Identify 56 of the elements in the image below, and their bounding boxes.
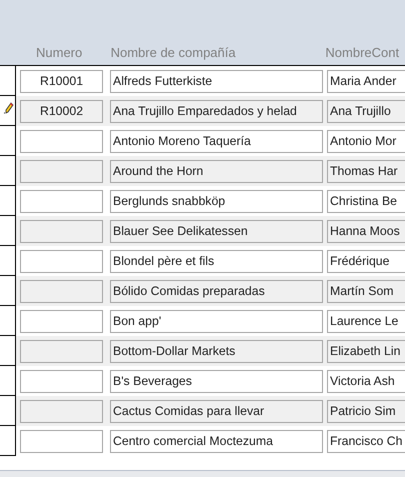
contact-field[interactable]: Martín Som: [327, 280, 405, 303]
contact-field[interactable]: Frédérique: [327, 250, 405, 273]
contact-field[interactable]: Laurence Le: [327, 310, 405, 333]
company-field[interactable]: Blauer See Delikatessen: [110, 220, 323, 243]
company-field[interactable]: Bottom-Dollar Markets: [110, 340, 323, 363]
column-header: NombreCont: [325, 45, 400, 60]
record-selector[interactable]: [0, 96, 16, 126]
record-selector[interactable]: [0, 66, 16, 96]
column-header: Numero: [36, 45, 84, 60]
contact-field[interactable]: Francisco Ch: [327, 430, 405, 453]
numero-field[interactable]: [20, 190, 103, 213]
numero-field[interactable]: [20, 160, 103, 183]
company-field[interactable]: Bon app': [110, 310, 323, 333]
numero-field[interactable]: [20, 370, 103, 393]
record-selector[interactable]: [0, 156, 16, 186]
contact-field[interactable]: Hanna Moos: [327, 220, 405, 243]
numero-field[interactable]: [20, 310, 103, 333]
contact-field[interactable]: Antonio Mor: [327, 130, 405, 153]
numero-field[interactable]: [20, 130, 103, 153]
column-header: Nombre de compañía: [110, 45, 237, 60]
numero-field[interactable]: R10001: [20, 70, 103, 93]
numero-field[interactable]: [20, 430, 103, 453]
company-field[interactable]: Ana Trujillo Emparedados y helad: [110, 100, 323, 123]
numero-field[interactable]: [20, 400, 103, 423]
record-selector[interactable]: [0, 396, 16, 426]
company-field[interactable]: B's Beverages: [110, 370, 323, 393]
record-selector[interactable]: [0, 216, 16, 246]
contact-field[interactable]: Maria Ander: [327, 70, 405, 93]
pencil-icon: [4, 102, 14, 114]
record-selector[interactable]: [0, 186, 16, 216]
contact-field[interactable]: Victoria Ash: [327, 370, 405, 393]
record-selector[interactable]: [0, 426, 16, 456]
record-selector[interactable]: [0, 276, 16, 306]
contact-field[interactable]: Patricio Sim: [327, 400, 405, 423]
company-field[interactable]: Antonio Moreno Taquería: [110, 130, 323, 153]
company-field[interactable]: Around the Horn: [110, 160, 323, 183]
record-selector[interactable]: [0, 306, 16, 336]
contact-field[interactable]: Thomas Har: [327, 160, 405, 183]
record-selector[interactable]: [0, 336, 16, 366]
company-field[interactable]: Centro comercial Moctezuma: [110, 430, 323, 453]
numero-field[interactable]: [20, 220, 103, 243]
record-selector[interactable]: [0, 246, 16, 276]
company-field[interactable]: Bólido Comidas preparadas: [110, 280, 323, 303]
numero-field[interactable]: [20, 250, 103, 273]
company-field[interactable]: Berglunds snabbköp: [110, 190, 323, 213]
contact-field[interactable]: Christina Be: [327, 190, 405, 213]
contact-field[interactable]: Ana Trujillo: [327, 100, 405, 123]
company-field[interactable]: Blondel père et fils: [110, 250, 323, 273]
record-selector[interactable]: [0, 126, 16, 156]
contact-field[interactable]: Elizabeth Lin: [327, 340, 405, 363]
numero-field[interactable]: R10002: [20, 100, 103, 123]
company-field[interactable]: Cactus Comidas para llevar: [110, 400, 323, 423]
company-field[interactable]: Alfreds Futterkiste: [110, 70, 323, 93]
record-selector[interactable]: [0, 366, 16, 396]
numero-field[interactable]: [20, 280, 103, 303]
numero-field[interactable]: [20, 340, 103, 363]
